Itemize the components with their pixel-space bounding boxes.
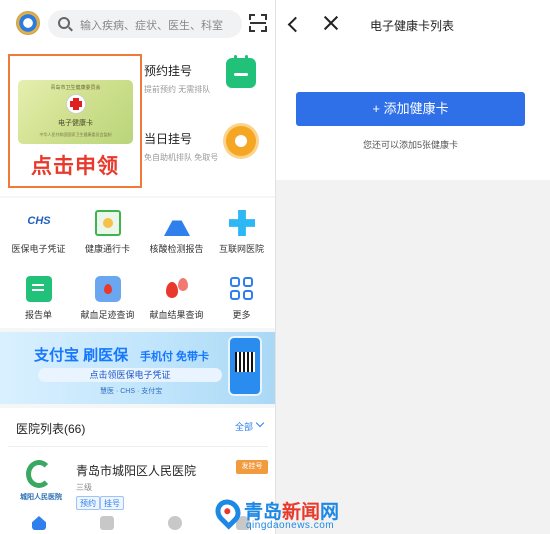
phone-qr-icon (228, 336, 262, 396)
service-subtitle: 免自助机排队 免取号 (144, 153, 219, 162)
hospital-logo: 城阳人民医院 (18, 458, 62, 504)
chat-tab-icon[interactable] (168, 516, 182, 530)
apply-label: 点击申领 (31, 155, 119, 178)
quick-item-medical-insurance[interactable]: CHS 医保电子凭证 (4, 204, 73, 264)
quick-item-blood-record[interactable]: 献血足迹查询 (73, 270, 142, 330)
service-title: 当日挂号 (144, 132, 193, 146)
add-card-hint: 您还可以添加5张健康卡 (362, 140, 458, 150)
quick-item-nucleic-report[interactable]: 核酸检测报告 (142, 204, 211, 264)
quick-item-blood-result[interactable]: 献血结果查询 (142, 270, 211, 330)
appointment-registration[interactable]: 预约挂号 提前预约 无需排队 (144, 55, 274, 116)
health-card-apply-button[interactable]: 青岛市卫生健康委员会 电子健康卡 中华人民共和国国家卫生健康委员会监制 点击申领 (8, 54, 142, 188)
service-title: 预约挂号 (144, 64, 193, 78)
report-icon (26, 276, 52, 302)
card-org: 青岛市卫生健康委员会 (50, 85, 101, 91)
quick-item-label: 互联网医院 (218, 244, 264, 254)
banner-title: 支付宝 刷医保 (34, 347, 129, 364)
divider (8, 446, 268, 447)
quick-item-label: 医保电子凭证 (11, 244, 66, 254)
medical-cross-icon (229, 210, 255, 236)
scan-icon[interactable] (249, 14, 267, 32)
card-sub: 中华人民共和国国家卫生健康委员会监制 (39, 132, 112, 137)
page-title: 电子健康卡列表 (370, 19, 455, 33)
close-icon[interactable] (322, 14, 340, 32)
alipay-insurance-banner[interactable]: 支付宝 刷医保 手机付 免带卡 点击领医保电子凭证 慧医 · CHS · 支付宝 (0, 332, 276, 404)
banner-partners: 慧医 · CHS · 支付宝 (100, 388, 163, 395)
search-placeholder: 输入疾病、症状、医生、科室 (80, 20, 223, 32)
hospital-logo-text: 城阳人民医院 (20, 494, 62, 501)
top-service-panel: 青岛市卫生健康委员会 电子健康卡 中华人民共和国国家卫生健康委员会监制 点击申领… (0, 46, 276, 196)
quick-item-label: 健康通行卡 (84, 244, 130, 254)
home-tab-icon[interactable] (32, 516, 46, 530)
watermark-domain: qingdaonews.com (246, 520, 335, 531)
sun-icon (226, 126, 256, 156)
same-day-registration[interactable]: 当日挂号 免自助机排队 免取号 (144, 124, 274, 184)
chevron-down-icon[interactable] (255, 418, 265, 428)
qingdaonews-watermark: 青岛新闻网 qingdaonews.com (210, 494, 346, 531)
chs-icon: CHS (27, 215, 51, 227)
quick-item-label: 核酸检测报告 (149, 244, 204, 254)
back-icon[interactable] (287, 16, 304, 33)
hospital-tag: 挂号 (100, 496, 124, 510)
location-pin-icon (210, 494, 246, 530)
grid-more-icon (229, 276, 255, 302)
hospital-list-all-link[interactable]: 全部 (235, 420, 253, 433)
quick-item-report[interactable]: 报告单 (4, 270, 73, 330)
nav-bar: 电子健康卡列表 (276, 0, 550, 50)
pass-card-icon (95, 210, 121, 236)
hospital-level: 三级 (76, 483, 92, 492)
quick-item-label: 更多 (232, 310, 251, 320)
flask-icon (164, 210, 190, 236)
blood-drops-icon (164, 276, 190, 302)
card-name: 电子健康卡 (58, 120, 93, 127)
quick-item-more[interactable]: 更多 (207, 270, 276, 330)
banner-cta: 点击领医保电子凭证 (38, 368, 222, 382)
hospital-list-title: 医院列表(66) (16, 422, 86, 436)
hospital-name: 青岛市城阳区人民医院 (76, 464, 197, 478)
book-tab-icon[interactable] (100, 516, 114, 530)
hospital-badge: 发挂号 (236, 460, 268, 474)
add-health-card-button[interactable]: + 添加健康卡 (296, 92, 525, 126)
quick-access-grid: CHS 医保电子凭证 健康通行卡 核酸检测报告 互联网医院 报告单 献血足迹查询… (0, 198, 276, 328)
service-subtitle: 提前预约 无需排队 (144, 85, 211, 94)
search-input[interactable]: 输入疾病、症状、医生、科室 (48, 10, 242, 38)
quick-item-label: 报告单 (24, 310, 52, 320)
quick-item-label: 献血结果查询 (149, 310, 204, 320)
hospital-tag: 预约 (76, 496, 100, 510)
health-card-image: 青岛市卫生健康委员会 电子健康卡 中华人民共和国国家卫生健康委员会监制 (18, 80, 133, 144)
calendar-icon (226, 55, 256, 88)
quick-item-internet-hospital[interactable]: 互联网医院 (207, 204, 276, 264)
quick-item-label: 献血足迹查询 (80, 310, 135, 320)
blood-record-icon (95, 276, 121, 302)
search-icon (58, 17, 70, 29)
health-card-list-screen: 电子健康卡列表 + 添加健康卡 您还可以添加5张健康卡 (276, 0, 550, 534)
home-header: 输入疾病、症状、医生、科室 (0, 0, 276, 46)
home-screen: 输入疾病、症状、医生、科室 青岛市卫生健康委员会 电子健康卡 中华人民共和国国家… (0, 0, 276, 534)
banner-slogan: 手机付 免带卡 (140, 351, 210, 363)
quick-item-health-pass[interactable]: 健康通行卡 (73, 204, 142, 264)
app-logo-icon (16, 11, 40, 35)
card-list-body: + 添加健康卡 您还可以添加5张健康卡 (276, 50, 550, 180)
